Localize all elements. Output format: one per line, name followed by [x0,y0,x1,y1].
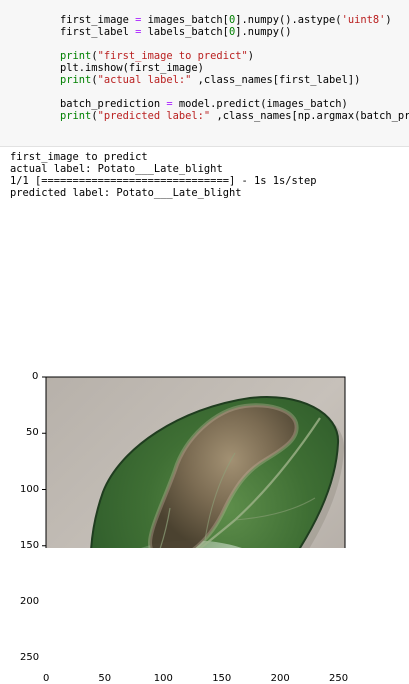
x-tick-label: 0 [43,673,50,684]
y-tick-label: 250 [20,652,40,664]
y-tick-label: 100 [20,483,40,495]
code-line[interactable]: plt.imshow(first_image) [35,62,204,74]
x-tick-label: 250 [328,673,349,684]
x-tick-label: 100 [153,673,173,684]
y-tick-label: 200 [20,596,40,607]
x-tick-label: 200 [270,673,290,684]
code-line[interactable]: first_image = images_batch[0].numpy().as… [35,14,392,26]
image-plot: 0 50 100 150 200 250 0 50 100 150 200 250 [0,148,409,684]
output-area: first_image to predict actual label: Pota… [0,148,409,684]
x-tick-label: 150 [212,673,232,684]
code-line[interactable]: print("actual label:" ,class_names[first… [35,74,360,86]
y-tick-label: 150 [20,539,40,551]
y-tick-label: 50 [26,427,39,439]
code-line[interactable]: print("first_image to predict") [35,50,254,62]
y-tick-label: 0 [32,371,39,382]
code-line[interactable]: first_label = labels_batch[0].numpy() [35,26,292,38]
x-tick-label: 50 [98,673,112,684]
code-cell[interactable]: first_image = images_batch[0].numpy().as… [0,0,409,147]
code-line[interactable]: batch_prediction = model.predict(images_… [35,98,348,110]
code-line[interactable]: print("predicted label:" ,class_names[np… [35,110,409,122]
plot-svg [42,376,346,669]
